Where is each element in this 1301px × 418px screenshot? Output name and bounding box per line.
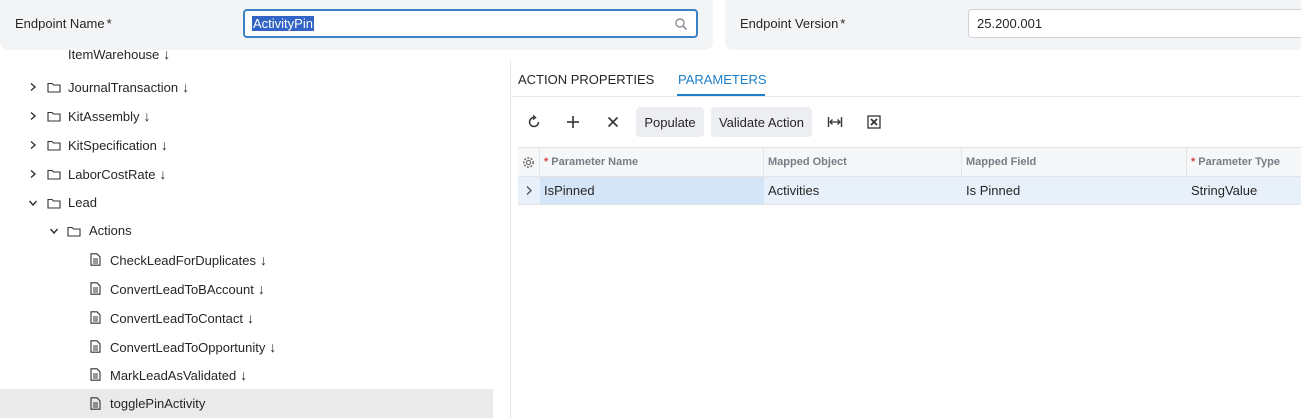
- document-icon: [90, 311, 101, 324]
- endpoint-name-label: Endpoint Name *: [15, 16, 112, 31]
- endpoint-name-card: Endpoint Name * ActivityPin: [0, 0, 713, 50]
- validate-action-button[interactable]: Validate Action: [711, 107, 812, 137]
- entity-tree: ItemWarehouse ↓ JournalTransaction ↓ KitAs…: [0, 50, 493, 418]
- active-tab-indicator: [677, 94, 765, 96]
- column-header-mapped-field[interactable]: Mapped Field: [962, 148, 1187, 176]
- tree-node-convertleadtoopportunity[interactable]: ConvertLeadToOpportunity ↓: [0, 332, 493, 361]
- folder-icon: [47, 111, 61, 122]
- folder-icon: [47, 169, 61, 180]
- document-icon: [90, 282, 101, 295]
- tree-node-convertleadtobaccount[interactable]: ConvertLeadToBAccount ↓: [0, 274, 493, 303]
- endpoint-name-value: ActivityPin: [252, 16, 314, 31]
- chevron-down-icon[interactable]: [28, 198, 38, 208]
- folder-icon: [47, 140, 61, 151]
- tree-node-laborcostrate[interactable]: LaborCostRate ↓: [0, 159, 493, 188]
- tree-node-checkleadforduplicates[interactable]: CheckLeadForDuplicates ↓: [0, 245, 493, 274]
- tree-node-partial[interactable]: ItemWarehouse ↓: [0, 50, 493, 73]
- tree-node-kitassembly[interactable]: KitAssembly ↓: [0, 101, 493, 130]
- grid-header: * Parameter Name Mapped Object Mapped Fie…: [518, 147, 1301, 177]
- folder-open-icon: [47, 198, 61, 209]
- row-expand-icon[interactable]: [518, 177, 540, 204]
- document-icon: [90, 340, 101, 353]
- tab-parameters[interactable]: PARAMETERS: [678, 72, 767, 87]
- document-icon: [90, 397, 101, 410]
- column-header-parameter-type[interactable]: * Parameter Type: [1187, 148, 1301, 176]
- search-icon[interactable]: [674, 17, 688, 31]
- export-excel-icon[interactable]: [863, 111, 885, 133]
- chevron-right-icon[interactable]: [28, 111, 38, 121]
- endpoint-version-input[interactable]: 25.200.001: [968, 9, 1301, 38]
- tree-node-kitspecification[interactable]: KitSpecification ↓: [0, 130, 493, 159]
- tree-node-journaltransaction[interactable]: JournalTransaction ↓: [0, 72, 493, 101]
- tree-node-togglepinactivity[interactable]: togglePinActivity: [0, 389, 493, 418]
- cell-parameter-name[interactable]: IsPinned: [540, 177, 764, 204]
- chevron-down-icon[interactable]: [49, 226, 59, 236]
- chevron-right-icon[interactable]: [28, 169, 38, 179]
- cell-parameter-type[interactable]: StringValue: [1187, 177, 1301, 204]
- add-icon[interactable]: [562, 111, 584, 133]
- tree-node-convertleadtocontact[interactable]: ConvertLeadToContact ↓: [0, 303, 493, 332]
- chevron-right-icon[interactable]: [28, 82, 38, 92]
- tree-node-markleadasvalidated[interactable]: MarkLeadAsValidated ↓: [0, 360, 493, 389]
- cell-mapped-field[interactable]: Is Pinned: [962, 177, 1187, 204]
- endpoint-version-value: 25.200.001: [977, 16, 1043, 31]
- panel-divider: [510, 60, 511, 418]
- table-row[interactable]: IsPinned Activities Is Pinned StringValu…: [518, 177, 1301, 205]
- grid-settings-icon[interactable]: [518, 148, 540, 176]
- endpoint-version-label: Endpoint Version *: [740, 16, 846, 31]
- chevron-right-icon[interactable]: [28, 140, 38, 150]
- tree-node-actions[interactable]: Actions: [0, 216, 493, 245]
- document-icon: [90, 253, 101, 266]
- folder-icon: [47, 82, 61, 93]
- column-header-mapped-object[interactable]: Mapped Object: [764, 148, 962, 176]
- delete-icon[interactable]: [602, 111, 624, 133]
- fit-width-icon[interactable]: [824, 111, 846, 133]
- tab-action-properties[interactable]: ACTION PROPERTIES: [518, 72, 654, 87]
- document-icon: [90, 368, 101, 381]
- folder-open-icon: [67, 226, 81, 237]
- endpoint-name-input[interactable]: ActivityPin: [243, 9, 698, 38]
- tab-bar-divider: [510, 96, 1301, 97]
- column-header-parameter-name[interactable]: * Parameter Name: [540, 148, 764, 176]
- tree-node-lead[interactable]: Lead: [0, 188, 493, 217]
- refresh-icon[interactable]: [523, 111, 545, 133]
- populate-button[interactable]: Populate: [636, 107, 704, 137]
- cell-mapped-object[interactable]: Activities: [764, 177, 962, 204]
